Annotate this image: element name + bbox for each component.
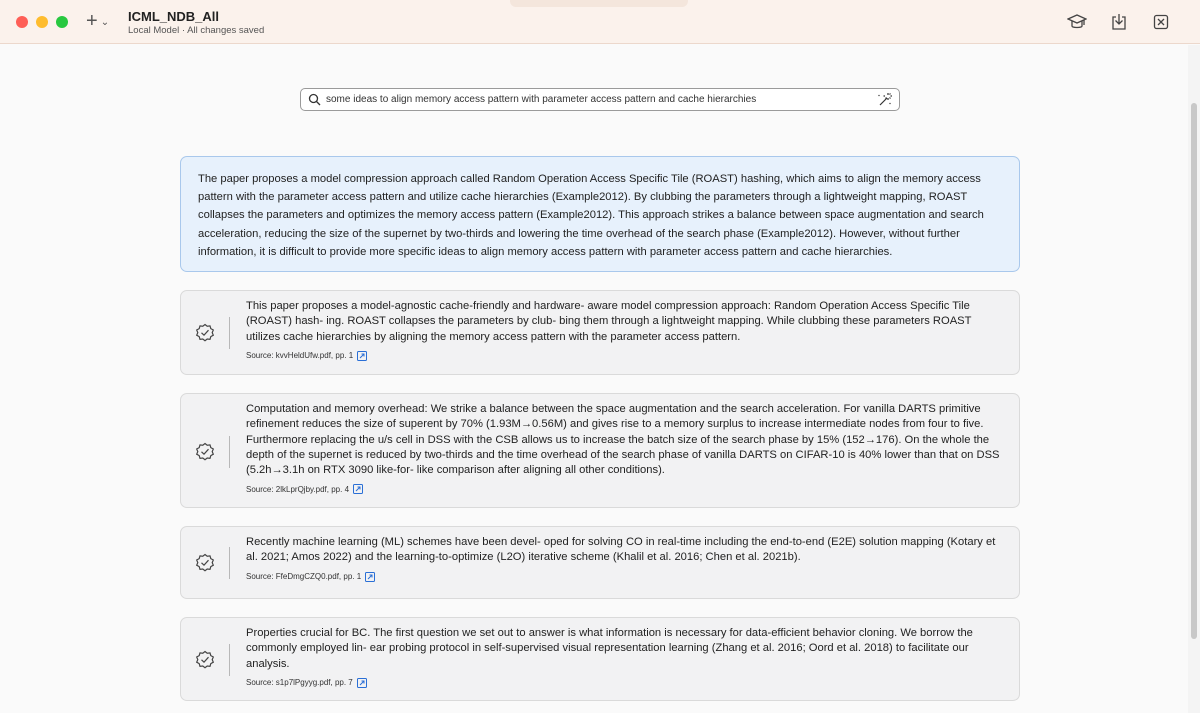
result-source: Source: kvvHeldUfw.pdf, pp. 1: [246, 350, 1003, 361]
result-card: Recently machine learning (ML) schemes h…: [180, 526, 1020, 599]
chevron-down-icon: ⌄: [100, 16, 110, 28]
result-card: Computation and memory overhead: We stri…: [180, 393, 1020, 508]
open-source-link-icon[interactable]: [356, 677, 367, 688]
result-card: This paper proposes a model-agnostic cac…: [180, 290, 1020, 375]
download-icon[interactable]: [1108, 11, 1130, 33]
card-divider: [229, 547, 230, 579]
source-label: Source: FfeDmgCZQ0.pdf, pp. 1: [246, 572, 362, 582]
open-source-link-icon[interactable]: [357, 350, 368, 361]
minimize-window-dot[interactable]: [36, 16, 48, 28]
document-status: Local Model · All changes saved: [128, 25, 265, 36]
result-source: Source: s1p7lPgyyg.pdf, pp. 7: [246, 677, 1003, 688]
plus-icon: +: [86, 10, 98, 32]
card-divider: [229, 436, 230, 468]
card-divider: [229, 317, 230, 349]
source-label: Source: kvvHeldUfw.pdf, pp. 1: [246, 351, 354, 361]
close-window-icon[interactable]: [1150, 11, 1172, 33]
result-card: Properties crucial for BC. The first que…: [180, 617, 1020, 701]
result-text: This paper proposes a model-agnostic cac…: [246, 300, 972, 343]
result-text: Computation and memory overhead: We stri…: [246, 403, 1000, 477]
verified-check-icon: [195, 650, 215, 669]
open-source-link-icon[interactable]: [365, 571, 376, 582]
result-source: Source: FfeDmgCZQ0.pdf, pp. 1: [246, 571, 1003, 582]
scrollbar-thumb[interactable]: [1191, 103, 1197, 639]
open-source-link-icon[interactable]: [353, 484, 364, 495]
card-divider: [229, 644, 230, 676]
result-text: Recently machine learning (ML) schemes h…: [246, 536, 996, 564]
result-source: Source: 2lkLprQjby.pdf, pp. 4: [246, 484, 1003, 495]
result-text: Properties crucial for BC. The first que…: [246, 627, 973, 670]
magic-wand-icon[interactable]: [877, 92, 893, 108]
verified-check-icon: [195, 323, 215, 342]
scrollbar-track[interactable]: [1188, 45, 1200, 713]
title-bar-tab-area: [510, 0, 688, 7]
search-bar[interactable]: some ideas to align memory access patter…: [300, 88, 900, 111]
close-window-dot[interactable]: [16, 16, 28, 28]
answer-summary: The paper proposes a model compression a…: [180, 156, 1020, 272]
document-title: ICML_NDB_All: [128, 9, 220, 24]
source-label: Source: s1p7lPgyyg.pdf, pp. 7: [246, 678, 353, 688]
maximize-window-dot[interactable]: [56, 16, 68, 28]
verified-check-icon: [195, 553, 215, 572]
new-button[interactable]: + ⌄: [86, 10, 110, 32]
title-bar: + ⌄ ICML_NDB_All Local Model · All chang…: [0, 0, 1200, 44]
graduation-cap-icon[interactable]: [1066, 11, 1088, 33]
search-icon: [308, 93, 321, 106]
search-input[interactable]: some ideas to align memory access patter…: [326, 94, 756, 105]
source-label: Source: 2lkLprQjby.pdf, pp. 4: [246, 484, 350, 494]
toolbar-icons: [1066, 11, 1172, 33]
window-controls: [16, 16, 68, 28]
verified-check-icon: [195, 442, 215, 461]
